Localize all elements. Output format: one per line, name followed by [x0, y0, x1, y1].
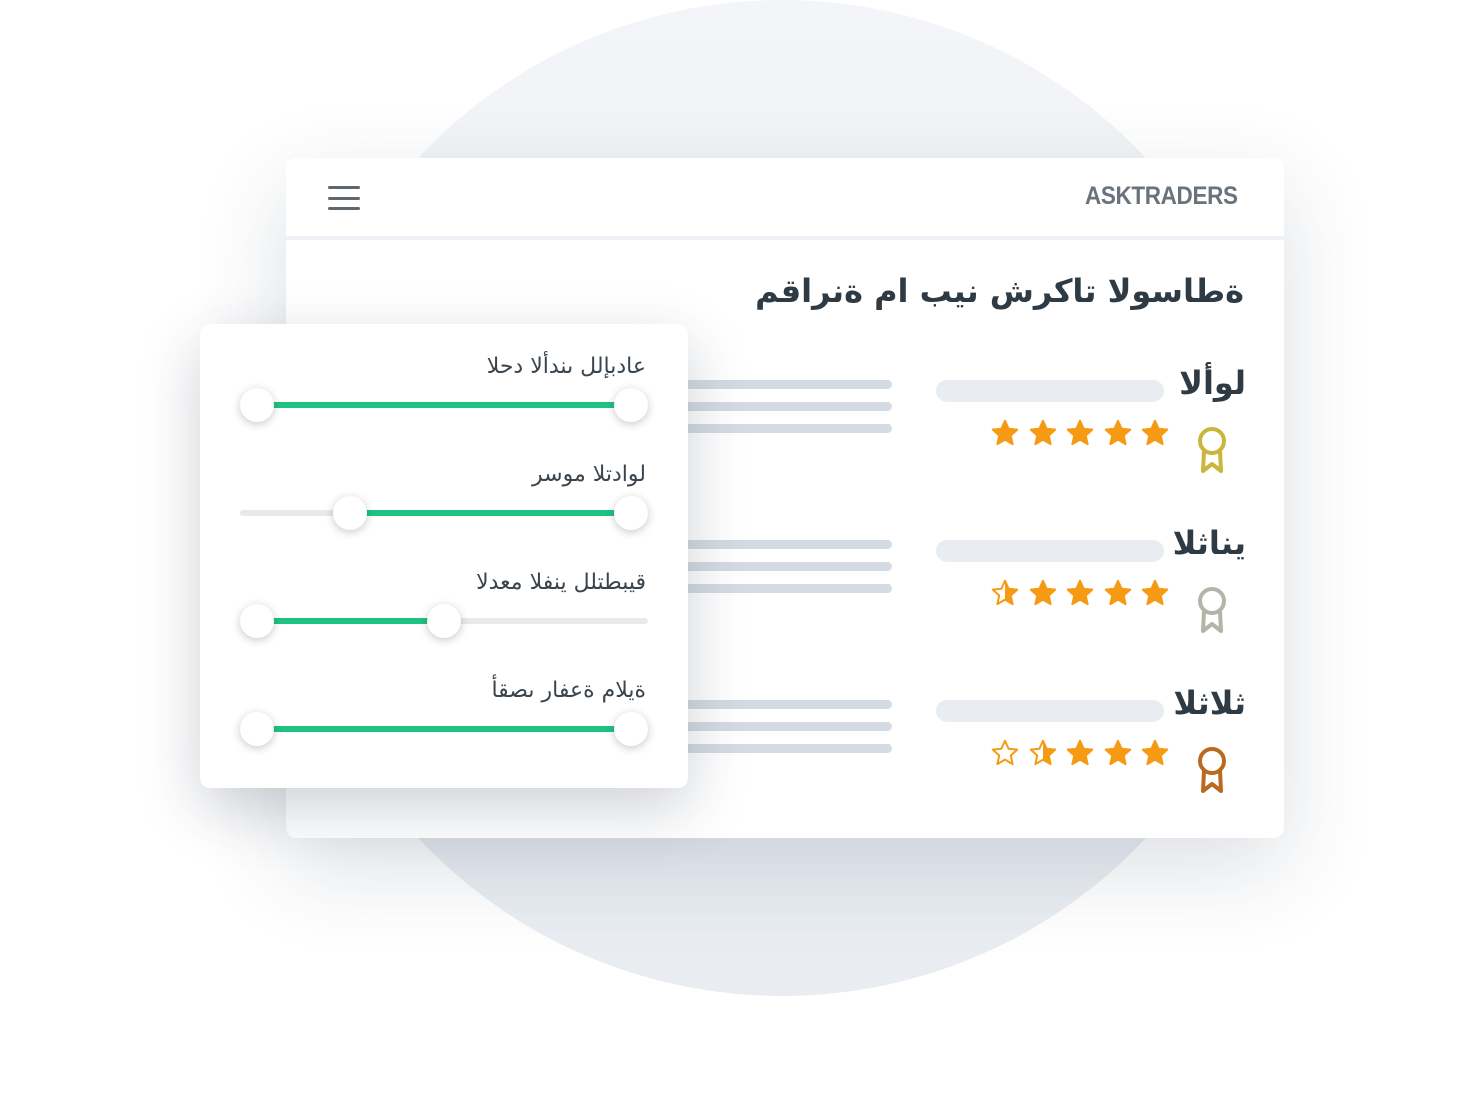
broker-name-placeholder	[936, 380, 1164, 402]
star-rating	[990, 418, 1170, 450]
filter-trading-fees: لوادتلا موسر	[200, 462, 688, 562]
text-line	[666, 700, 892, 709]
star-half-icon	[1029, 739, 1056, 766]
range-slider[interactable]	[240, 496, 648, 530]
text-line	[666, 744, 892, 753]
page-title: ةطاسولا تاكرش نيب ام ةنراقم	[755, 272, 1244, 310]
star-filled-icon	[1104, 739, 1131, 766]
star-filled-icon	[1066, 579, 1094, 606]
star-rating	[990, 578, 1170, 610]
star-filled-icon	[1104, 419, 1131, 446]
filter-minimum-deposit: عادبإلل ىندألا دحلا	[200, 354, 688, 454]
text-line	[666, 540, 892, 549]
filter-label: عادبإلل ىندألا دحلا	[486, 354, 646, 379]
bronze-medal-icon	[1198, 747, 1226, 793]
range-slider[interactable]	[240, 388, 648, 422]
filter-panel: عادبإلل ىندألا دحلا لوادتلا موسر قيبطتلل…	[200, 324, 688, 788]
star-half-icon	[991, 579, 1019, 606]
star-rating	[990, 738, 1170, 770]
slider-max-handle[interactable]	[614, 388, 648, 422]
star-filled-icon	[1029, 419, 1056, 446]
menu-line	[328, 186, 360, 189]
slider-min-handle[interactable]	[240, 604, 274, 638]
slider-fill	[240, 726, 632, 732]
asktraders-logo[interactable]: ASKTRADERS	[1085, 182, 1238, 211]
star-filled-icon	[991, 419, 1019, 446]
menu-line	[328, 196, 360, 200]
filter-label: قيبطتلل ينفلا معدلا	[476, 570, 646, 595]
filter-max-leverage: ةيلام ةعفار ىصقأ	[200, 678, 688, 778]
range-slider[interactable]	[240, 604, 648, 638]
slider-min-handle[interactable]	[240, 388, 274, 422]
filter-label: لوادتلا موسر	[532, 462, 646, 487]
silver-medal-icon	[1198, 587, 1226, 633]
slider-max-handle[interactable]	[614, 496, 648, 530]
slider-max-handle[interactable]	[427, 604, 461, 638]
rank-label: لوألا	[1179, 364, 1246, 402]
star-filled-icon	[1141, 579, 1169, 606]
filter-app-support: قيبطتلل ينفلا معدلا	[200, 570, 688, 670]
slider-min-handle[interactable]	[333, 496, 368, 530]
filter-label: ةيلام ةعفار ىصقأ	[491, 678, 646, 703]
star-empty-icon	[991, 739, 1019, 766]
star-filled-icon	[1029, 579, 1056, 606]
broker-name-placeholder	[936, 540, 1164, 562]
hamburger-menu-icon[interactable]	[328, 186, 360, 210]
range-slider[interactable]	[240, 712, 648, 746]
text-line	[666, 402, 892, 411]
broker-name-placeholder	[936, 700, 1164, 722]
star-filled-icon	[1104, 579, 1131, 606]
broker-description-placeholder	[666, 700, 892, 766]
app-header: ASKTRADERS	[286, 158, 1284, 240]
gold-medal-icon	[1198, 427, 1226, 473]
text-line	[666, 424, 892, 433]
menu-line	[328, 207, 360, 210]
slider-max-handle[interactable]	[614, 712, 648, 746]
broker-description-placeholder	[666, 540, 892, 606]
slider-min-handle[interactable]	[240, 712, 274, 746]
star-filled-icon	[1066, 739, 1094, 766]
text-line	[666, 722, 892, 731]
text-line	[666, 562, 892, 571]
star-filled-icon	[1141, 739, 1169, 766]
text-line	[666, 584, 892, 593]
text-line	[666, 380, 892, 389]
rank-label: ثلاثلا	[1173, 684, 1246, 722]
rank-label: يناثلا	[1172, 524, 1246, 562]
slider-fill	[350, 510, 648, 516]
broker-description-placeholder	[666, 380, 892, 446]
star-filled-icon	[1066, 419, 1094, 446]
star-filled-icon	[1141, 419, 1169, 446]
slider-fill	[240, 402, 648, 408]
